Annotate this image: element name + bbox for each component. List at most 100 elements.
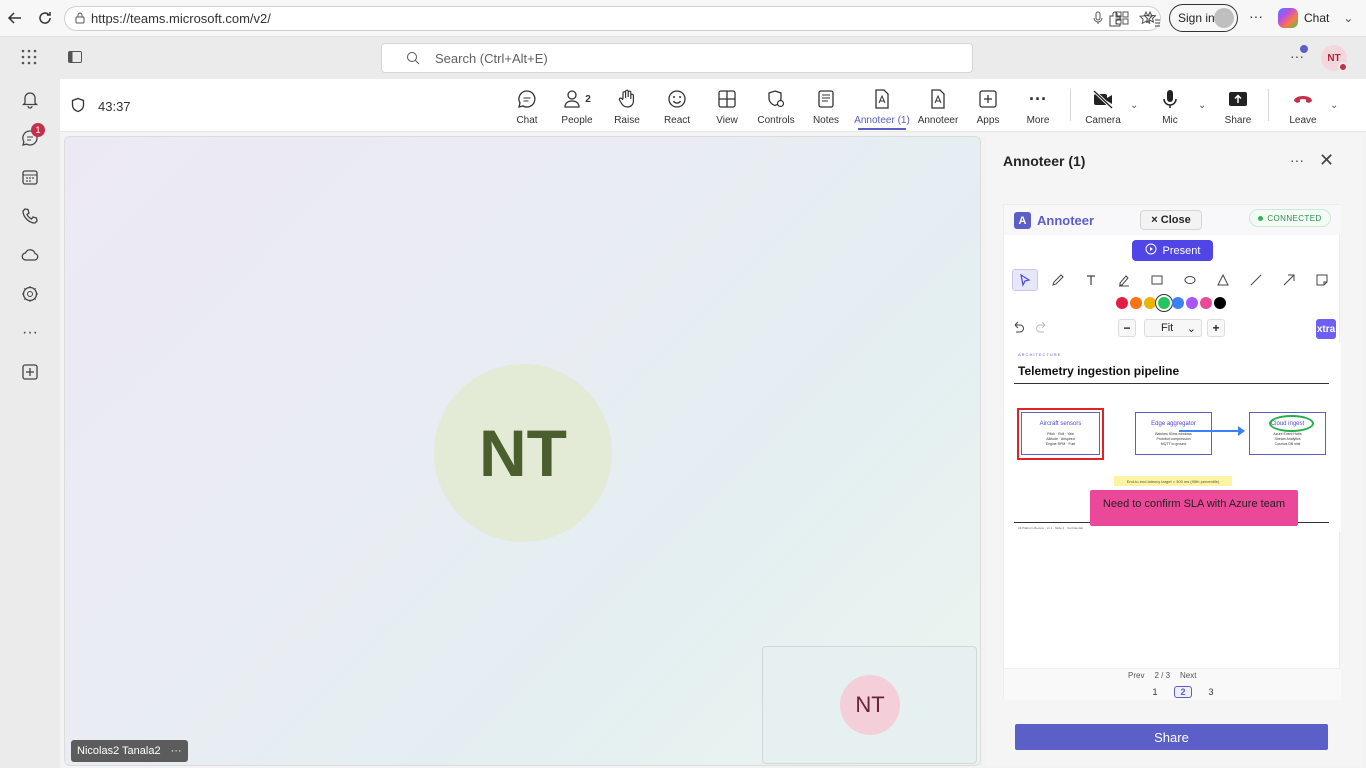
sticky-note-annotation[interactable]: Need to confirm SLA with Azure team (1090, 490, 1298, 526)
status-dot-icon (1258, 215, 1264, 221)
page-button-current[interactable]: 2 (1174, 686, 1192, 698)
chevron-down-icon: ⌄ (1343, 11, 1354, 25)
favorites-icon[interactable] (1143, 10, 1161, 31)
triangle-tool-icon[interactable] (1210, 269, 1236, 291)
toolbar-controls-label: Controls (757, 115, 795, 126)
camera-chevron-icon[interactable]: ⌄ (1130, 100, 1138, 111)
color-swatch[interactable] (1200, 297, 1212, 309)
microphone-icon (1159, 87, 1181, 111)
present-button[interactable]: Present (1132, 240, 1213, 261)
toolbar-camera-button[interactable]: Camera (1073, 87, 1133, 126)
pipeline-box-edge: Edge aggregator Batches 50ms windows Pro… (1135, 412, 1212, 455)
undo-icon[interactable] (1010, 320, 1026, 339)
color-swatch[interactable] (1130, 297, 1142, 309)
leave-chevron-icon[interactable]: ⌄ (1330, 100, 1338, 111)
back-icon[interactable] (2, 5, 28, 31)
extra-button[interactable]: xtra (1316, 319, 1336, 339)
search-input[interactable]: Search (Ctrl+Alt+E) (381, 43, 973, 73)
latency-highlight[interactable]: End-to-end latency target < 300 ms (95th… (1114, 476, 1232, 486)
refresh-icon[interactable] (32, 5, 58, 31)
next-page-button[interactable]: Next (1180, 671, 1196, 680)
panel-close-icon[interactable]: ✕ (1319, 150, 1334, 171)
mic-chevron-icon[interactable]: ⌄ (1198, 100, 1206, 111)
share-button[interactable]: Share (1015, 724, 1328, 750)
url-text: https://teams.microsoft.com/v2/ (91, 11, 271, 26)
select-pointer-icon[interactable] (1012, 269, 1038, 291)
arrow-tool-icon[interactable] (1276, 269, 1302, 291)
address-bar[interactable]: https://teams.microsoft.com/v2/ (64, 6, 1161, 31)
red-rectangle-annotation[interactable] (1017, 408, 1104, 460)
browser-menu-icon[interactable]: ··· (1249, 8, 1263, 24)
toolbar-more-button[interactable]: ··· More (1008, 87, 1068, 127)
zoom-out-button[interactable]: − (1118, 319, 1136, 337)
notification-dot (1300, 45, 1308, 53)
shield-settings-icon (765, 87, 787, 111)
green-ellipse-annotation[interactable] (1269, 415, 1314, 432)
color-swatch[interactable] (1144, 297, 1156, 309)
box-line: Cosmos DB sink (1274, 442, 1301, 446)
doc-footer: All Platform Review · v1.1 · Slide 2 · C… (1018, 526, 1083, 530)
connection-status-text: CONNECTED (1267, 213, 1322, 223)
text-tool-icon[interactable] (1078, 269, 1104, 291)
color-swatch[interactable] (1158, 297, 1170, 309)
app-launcher-icon[interactable] (21, 49, 37, 68)
add-app-icon (977, 87, 999, 111)
add-app-icon[interactable] (18, 360, 42, 384)
app-close-button[interactable]: × Close (1140, 210, 1202, 230)
document-canvas[interactable]: ARCHITECTURE Telemetry ingestion pipelin… (1004, 342, 1341, 532)
lock-icon (73, 11, 87, 28)
page-button[interactable]: 1 (1146, 686, 1164, 698)
color-swatch[interactable] (1214, 297, 1226, 309)
toolbar-notes-button[interactable]: Notes (796, 87, 856, 126)
toolbar-annoteer-label: Annoteer (917, 115, 959, 126)
toolbar-camera-label: Camera (1085, 115, 1121, 126)
copilot-icon (1278, 8, 1298, 28)
extensions-icon[interactable] (1106, 10, 1124, 31)
people-icon: 2 (563, 87, 591, 111)
copilot-chat-button[interactable]: Chat ⌄ (1278, 8, 1353, 28)
toolbar-view-label: View (716, 115, 738, 126)
pen-icon[interactable] (1045, 269, 1071, 291)
apps-settings-icon[interactable] (18, 282, 42, 306)
smiley-icon (666, 87, 688, 111)
onedrive-cloud-icon[interactable] (18, 243, 42, 267)
chat-unread-badge: 1 (31, 123, 45, 137)
toolbar-leave-button[interactable]: Leave (1273, 87, 1333, 126)
shield-icon (70, 97, 86, 116)
activity-bell-icon[interactable] (18, 87, 42, 111)
calendar-icon[interactable] (18, 165, 42, 189)
highlighter-icon[interactable] (1111, 269, 1137, 291)
participant-avatar: NT (434, 364, 612, 542)
microphone-icon[interactable] (1090, 10, 1106, 29)
calls-phone-icon[interactable] (18, 204, 42, 228)
panel-more-icon[interactable]: ··· (1290, 152, 1304, 168)
box-title: Edge aggregator (1151, 421, 1196, 427)
zoom-in-button[interactable]: + (1207, 319, 1225, 337)
toolbar-share-button[interactable]: Share (1208, 87, 1268, 126)
participant-more-icon[interactable]: ··· (171, 745, 182, 757)
rectangle-tool-icon[interactable] (1144, 269, 1170, 291)
blue-arrow-annotation[interactable] (1179, 426, 1245, 436)
sidebar-toggle-icon[interactable] (67, 49, 83, 68)
toolbar-more-label: More (1026, 115, 1050, 126)
panel-title: Annoteer (1) (1003, 153, 1086, 169)
sticky-note-icon[interactable] (1309, 269, 1335, 291)
more-apps-icon[interactable]: ··· (18, 321, 42, 345)
redo-icon[interactable] (1034, 320, 1050, 339)
color-swatch[interactable] (1172, 297, 1184, 309)
color-swatch[interactable] (1116, 297, 1128, 309)
toolbar-people-label: People (561, 115, 593, 126)
meeting-toolbar: 43:37 Chat 2 People Raise React View Con… (60, 79, 1366, 132)
line-tool-icon[interactable] (1243, 269, 1269, 291)
doc-divider (1014, 383, 1329, 384)
self-video-tile[interactable]: NT (762, 646, 977, 764)
toolbar-mic-button[interactable]: Mic (1140, 87, 1200, 126)
ellipse-tool-icon[interactable] (1177, 269, 1203, 291)
page-button[interactable]: 3 (1202, 686, 1220, 698)
color-swatch[interactable] (1186, 297, 1198, 309)
toolbar-annoteer-1-tab[interactable]: Annoteer (1) (852, 87, 912, 130)
prev-page-button[interactable]: Prev (1128, 671, 1144, 680)
signin-button[interactable]: Sign in (1169, 4, 1238, 32)
zoom-select[interactable]: Fit ⌄ (1144, 319, 1202, 337)
chevron-down-icon: ⌄ (1186, 322, 1196, 335)
